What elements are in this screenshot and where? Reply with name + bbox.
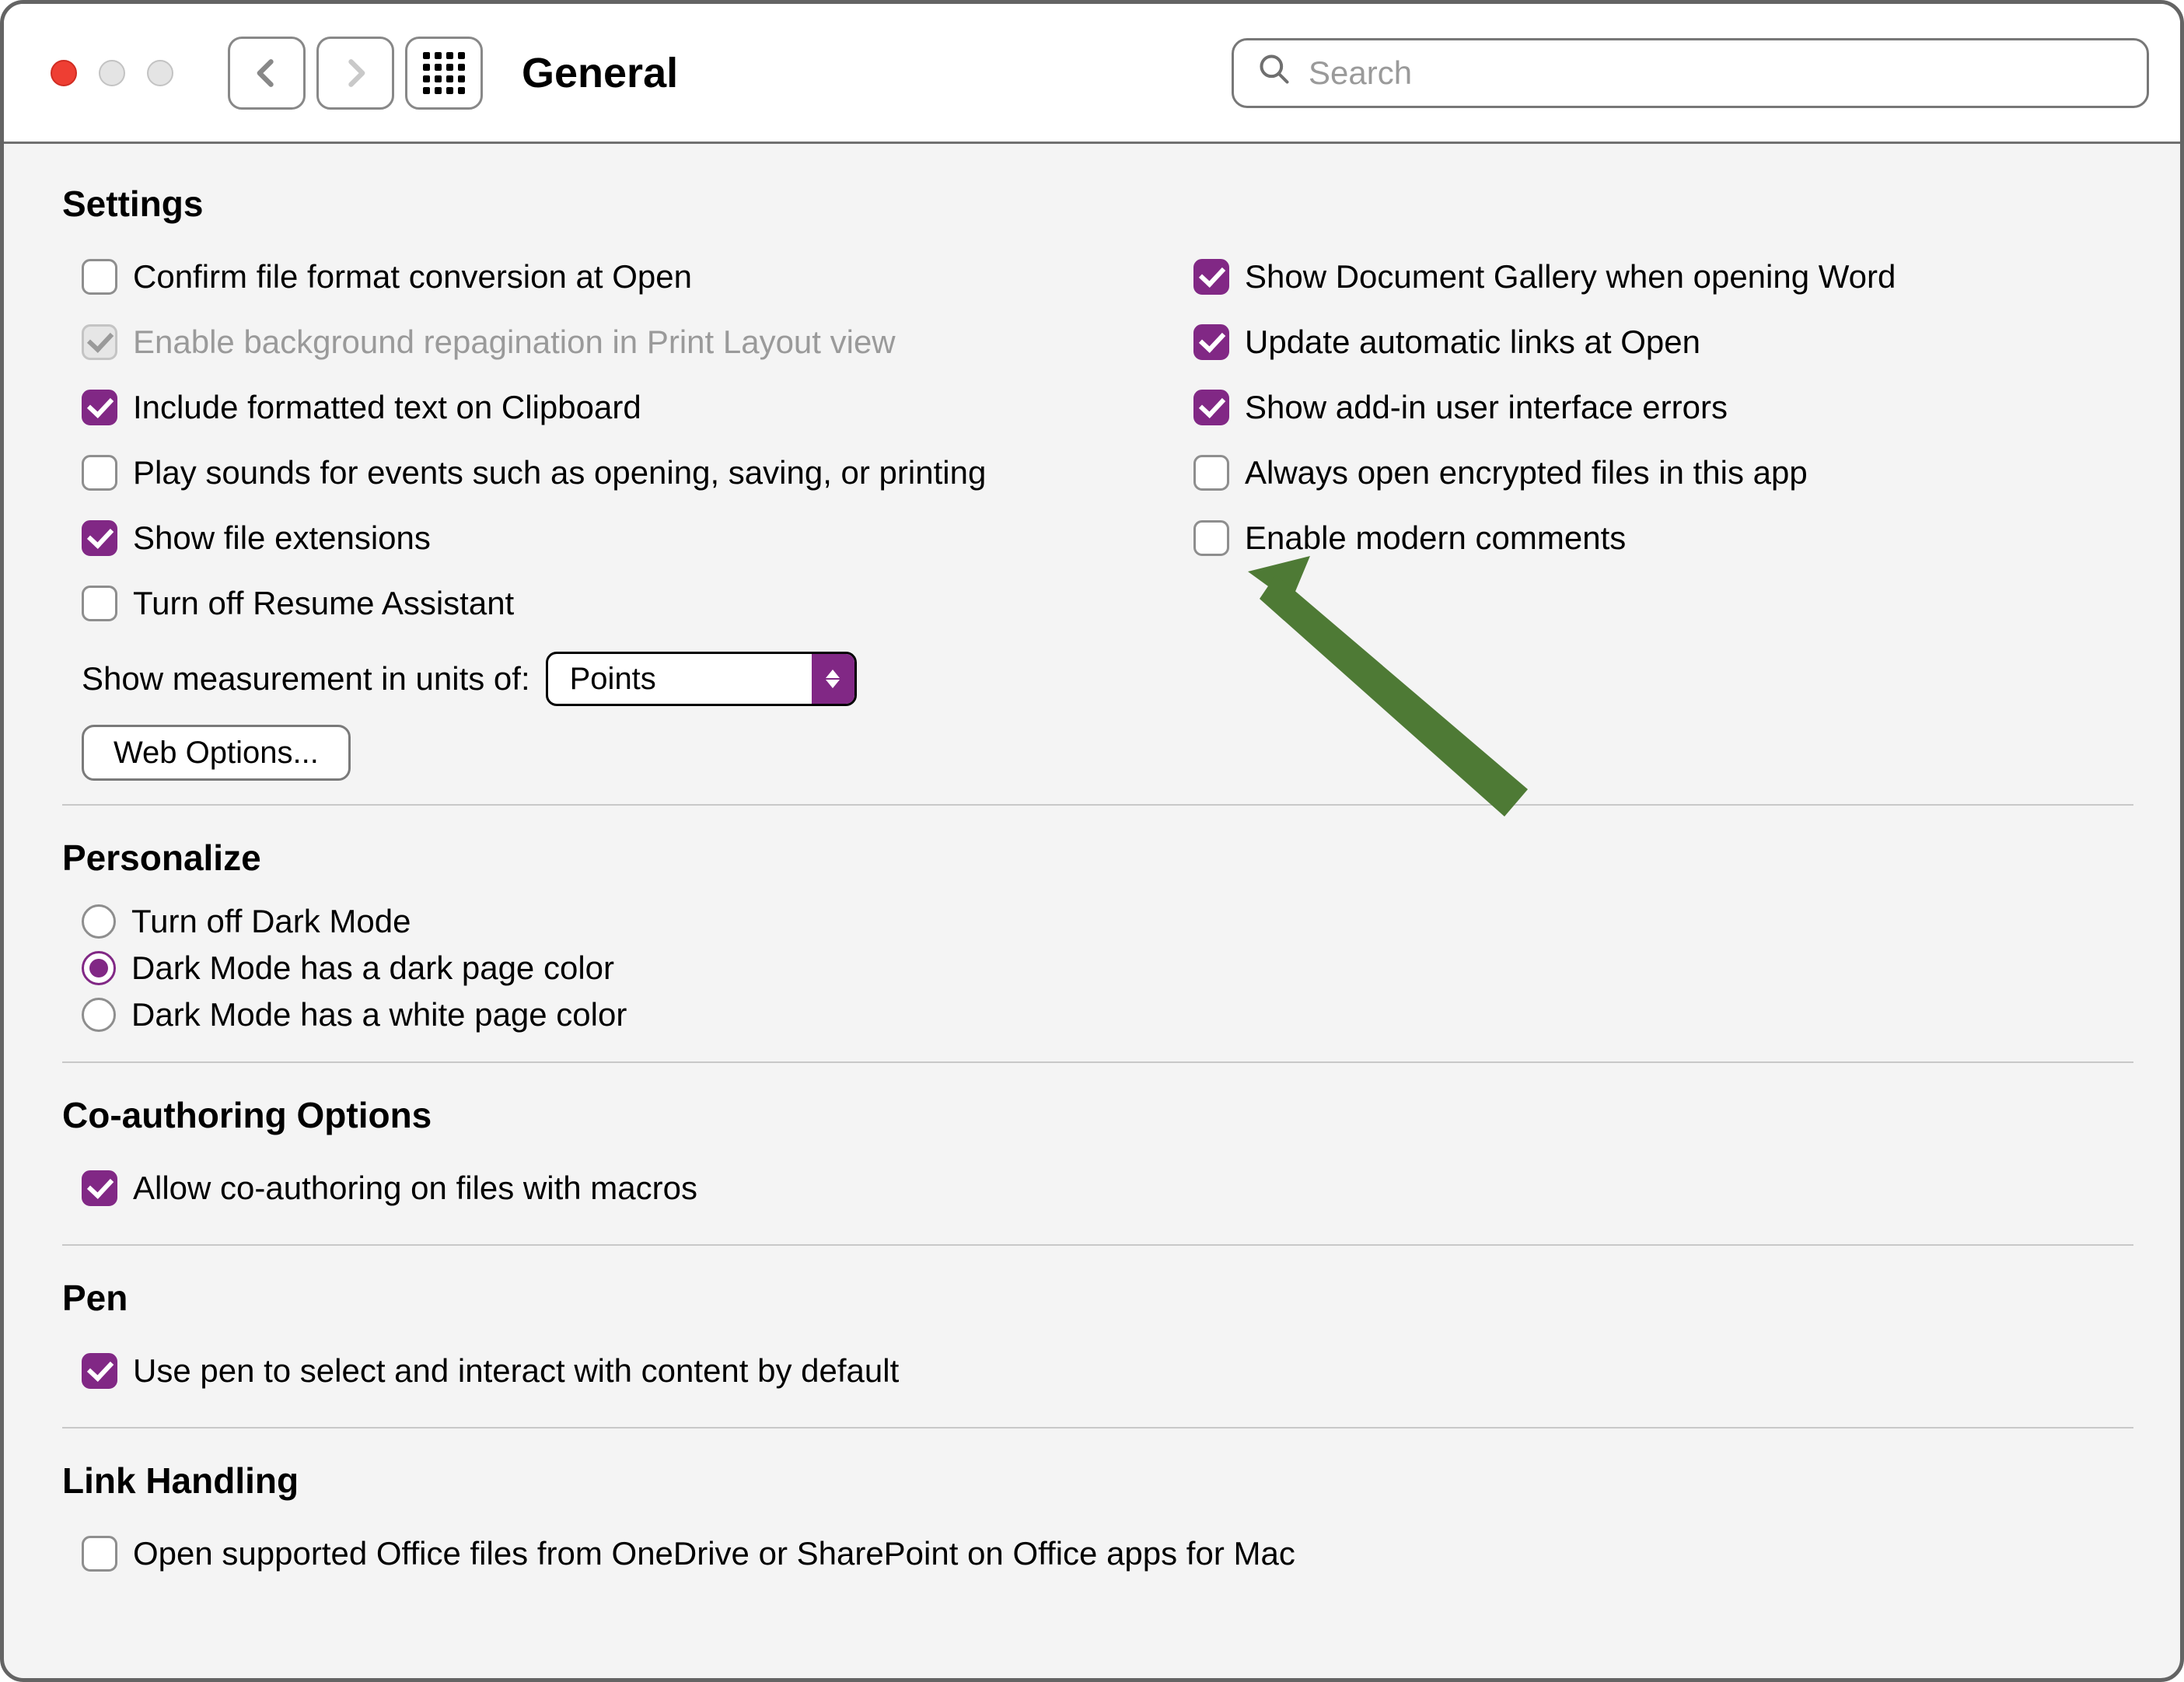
- close-button[interactable]: [51, 60, 77, 86]
- dark-mode-dark-page-label: Dark Mode has a dark page color: [131, 949, 614, 987]
- section-title-personalize: Personalize: [62, 837, 2133, 879]
- divider: [62, 804, 2133, 806]
- divider: [62, 1244, 2133, 1246]
- allow-coauthoring-macros-label: Allow co-authoring on files with macros: [133, 1170, 697, 1207]
- dark-mode-white-page-label: Dark Mode has a white page color: [131, 996, 627, 1033]
- web-options-label: Web Options...: [114, 736, 319, 771]
- search-field[interactable]: [1232, 38, 2149, 108]
- always-open-encrypted-label: Always open encrypted files in this app: [1245, 454, 1808, 491]
- turn-off-resume-assistant-checkbox[interactable]: [82, 586, 117, 621]
- open-supported-office-files-checkbox[interactable]: [82, 1536, 117, 1572]
- play-sounds-checkbox[interactable]: [82, 455, 117, 491]
- dark-mode-dark-page-radio[interactable]: [82, 951, 116, 985]
- always-open-encrypted-checkbox[interactable]: [1193, 455, 1229, 491]
- show-addin-errors-checkbox[interactable]: [1193, 390, 1229, 425]
- settings-left-column: Confirm file format conversion at Open E…: [62, 244, 1151, 781]
- back-button[interactable]: [228, 37, 306, 110]
- zoom-button[interactable]: [147, 60, 173, 86]
- show-file-extensions-label: Show file extensions: [133, 519, 431, 557]
- enable-repagination-checkbox: [82, 324, 117, 360]
- settings-grid: Confirm file format conversion at Open E…: [62, 244, 2133, 781]
- chevron-right-icon: [338, 56, 372, 90]
- search-icon: [1257, 52, 1291, 94]
- include-formatted-text-label: Include formatted text on Clipboard: [133, 389, 641, 426]
- update-automatic-links-label: Update automatic links at Open: [1245, 323, 1700, 361]
- confirm-file-format-checkbox[interactable]: [82, 259, 117, 295]
- dark-mode-white-page-radio[interactable]: [82, 998, 116, 1032]
- show-document-gallery-label: Show Document Gallery when opening Word: [1245, 258, 1896, 295]
- dark-mode-off-radio[interactable]: [82, 904, 116, 939]
- web-options-button[interactable]: Web Options...: [82, 725, 351, 781]
- enable-modern-comments-checkbox[interactable]: [1193, 520, 1229, 556]
- enable-modern-comments-label: Enable modern comments: [1245, 519, 1626, 557]
- toolbar: General: [4, 4, 2180, 144]
- show-all-button[interactable]: [405, 37, 483, 110]
- show-document-gallery-checkbox[interactable]: [1193, 259, 1229, 295]
- confirm-file-format-label: Confirm file format conversion at Open: [133, 258, 692, 295]
- settings-right-column: Show Document Gallery when opening Word …: [1174, 244, 2133, 781]
- search-input[interactable]: [1307, 54, 2123, 93]
- include-formatted-text-checkbox[interactable]: [82, 390, 117, 425]
- allow-coauthoring-macros-checkbox[interactable]: [82, 1170, 117, 1206]
- open-supported-office-files-label: Open supported Office files from OneDriv…: [133, 1535, 1295, 1572]
- chevron-left-icon: [250, 56, 284, 90]
- section-title-pen: Pen: [62, 1277, 2133, 1319]
- section-title-coauthoring: Co-authoring Options: [62, 1094, 2133, 1136]
- search-field-wrap: [1232, 38, 2149, 108]
- update-automatic-links-checkbox[interactable]: [1193, 324, 1229, 360]
- updown-icon: [812, 654, 854, 704]
- dark-mode-off-label: Turn off Dark Mode: [131, 903, 411, 940]
- nav-buttons: [228, 37, 483, 110]
- grid-icon: [423, 52, 465, 94]
- show-addin-errors-label: Show add-in user interface errors: [1245, 389, 1728, 426]
- section-title-settings: Settings: [62, 183, 2133, 225]
- use-pen-default-checkbox[interactable]: [82, 1353, 117, 1389]
- use-pen-default-label: Use pen to select and interact with cont…: [133, 1352, 899, 1390]
- measurement-units-select[interactable]: Points: [546, 652, 857, 706]
- show-file-extensions-checkbox[interactable]: [82, 520, 117, 556]
- enable-repagination-label: Enable background repagination in Print …: [133, 323, 896, 361]
- pane-title: General: [522, 49, 678, 97]
- play-sounds-label: Play sounds for events such as opening, …: [133, 454, 986, 491]
- section-title-link-handling: Link Handling: [62, 1460, 2133, 1502]
- content: Settings Confirm file format conversion …: [4, 144, 2180, 1678]
- divider: [62, 1061, 2133, 1063]
- divider: [62, 1427, 2133, 1428]
- turn-off-resume-assistant-label: Turn off Resume Assistant: [133, 585, 514, 622]
- forward-button[interactable]: [316, 37, 394, 110]
- traffic-lights: [51, 60, 173, 86]
- preferences-window: General Settings Confirm file format con…: [0, 0, 2184, 1682]
- minimize-button[interactable]: [99, 60, 125, 86]
- measurement-units-label: Show measurement in units of:: [82, 660, 530, 698]
- measurement-units-value: Points: [548, 662, 812, 697]
